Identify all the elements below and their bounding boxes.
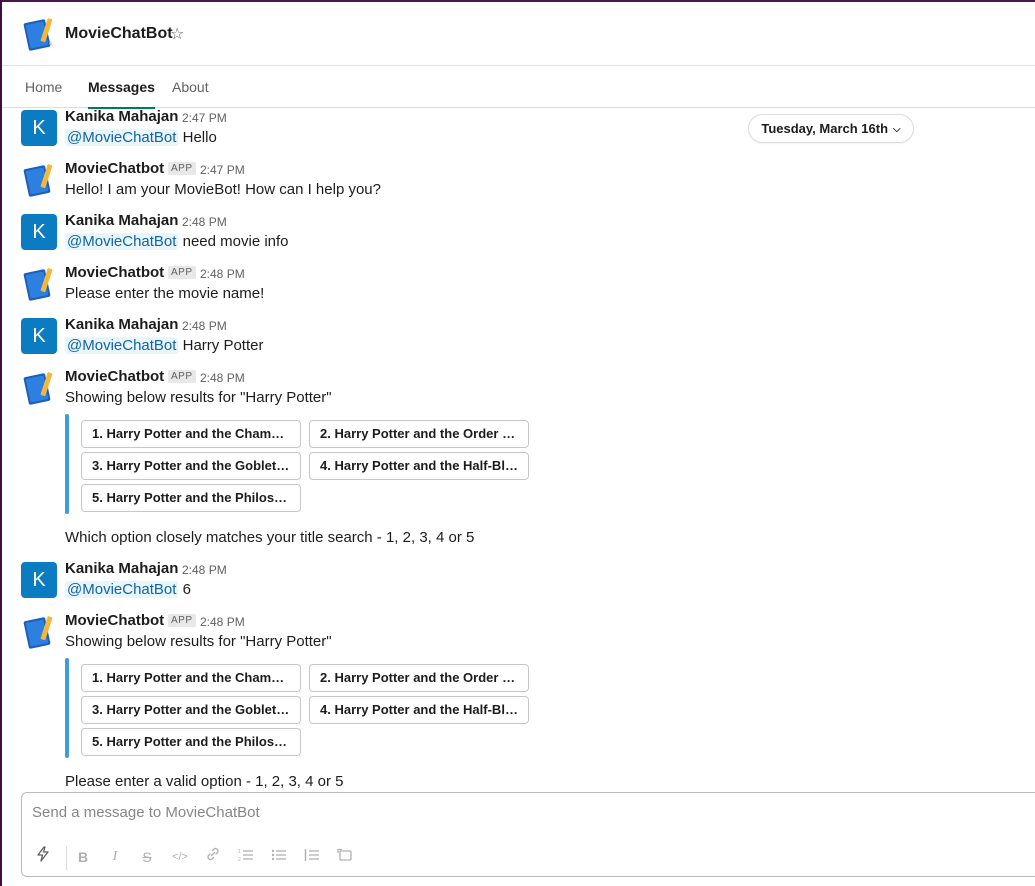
message-composer: B I S </> 12	[21, 792, 1035, 877]
bot-avatar-icon[interactable]	[21, 266, 57, 302]
message-footer: Please enter a valid option - 1, 2, 3, 4…	[65, 773, 344, 790]
avatar[interactable]: K	[21, 318, 57, 354]
message-sender[interactable]: MovieChatbot	[65, 612, 164, 629]
app-badge: APP	[168, 266, 196, 279]
strikethrough-icon[interactable]: S	[136, 846, 158, 868]
ordered-list-icon[interactable]: 12	[235, 846, 257, 868]
message-text: Harry Potter	[182, 337, 264, 354]
message-sender[interactable]: Kanika Mahajan	[65, 212, 178, 229]
chevron-down-icon: ⌵	[893, 124, 901, 135]
message-sender[interactable]: Kanika Mahajan	[65, 108, 178, 125]
date-divider-button[interactable]: Tuesday, March 16th ⌵	[748, 114, 914, 143]
message-time[interactable]: 2:48 PM	[182, 563, 227, 577]
option-button-2[interactable]: 2. Harry Potter and the Order of ...	[309, 420, 529, 448]
code-icon[interactable]: </>	[169, 846, 191, 868]
message-body: @MovieChatBot need movie info	[65, 233, 289, 250]
option-button-3[interactable]: 3. Harry Potter and the Goblet o...	[81, 696, 301, 724]
attachment-bar	[65, 658, 69, 758]
message-body: @MovieChatBot 6	[65, 581, 191, 598]
bot-avatar-icon[interactable]	[21, 370, 57, 406]
option-button-4[interactable]: 4. Harry Potter and the Half-Blo...	[309, 452, 529, 480]
mention[interactable]: @MovieChatBot	[65, 233, 179, 250]
message-text: Please enter the movie name!	[65, 285, 265, 302]
blockquote-icon[interactable]	[301, 846, 323, 868]
message-time[interactable]: 2:48 PM	[200, 615, 245, 629]
shortcuts-bolt-icon[interactable]	[32, 846, 54, 868]
message-sender[interactable]: Kanika Mahajan	[65, 560, 178, 577]
toolbar-divider	[66, 846, 67, 870]
code-block-icon[interactable]	[334, 846, 356, 868]
message-text: Hello	[182, 129, 217, 146]
mention[interactable]: @MovieChatBot	[65, 581, 179, 598]
tab-messages[interactable]: Messages	[88, 66, 155, 109]
message-sender[interactable]: MovieChatbot	[65, 264, 164, 281]
message-time[interactable]: 2:47 PM	[200, 163, 245, 177]
svg-text:2: 2	[238, 857, 241, 862]
tab-home[interactable]: Home	[25, 66, 62, 108]
app-badge: APP	[168, 614, 196, 627]
channel-header: MovieChatBot ☆	[2, 2, 1035, 66]
link-icon[interactable]	[202, 846, 224, 868]
option-button-1[interactable]: 1. Harry Potter and the Chamber...	[81, 664, 301, 692]
message-input[interactable]	[32, 804, 1012, 821]
app-notebook-icon	[23, 18, 53, 51]
message-text: 6	[182, 581, 191, 598]
tab-bar: Home Messages About	[2, 66, 1035, 109]
date-divider-label: Tuesday, March 16th	[761, 121, 889, 136]
option-button-4[interactable]: 4. Harry Potter and the Half-Blo...	[309, 696, 529, 724]
message-sender[interactable]: Kanika Mahajan	[65, 316, 178, 333]
bot-avatar-icon[interactable]	[21, 162, 57, 198]
channel-title: MovieChatBot	[65, 25, 173, 42]
mention[interactable]: @MovieChatBot	[65, 129, 179, 146]
bot-avatar-icon[interactable]	[21, 614, 57, 650]
option-button-5[interactable]: 5. Harry Potter and the Philosop...	[81, 484, 301, 512]
option-button-1[interactable]: 1. Harry Potter and the Chamber...	[81, 420, 301, 448]
avatar[interactable]: K	[21, 110, 57, 146]
bulleted-list-icon[interactable]	[268, 846, 290, 868]
option-button-3[interactable]: 3. Harry Potter and the Goblet o...	[81, 452, 301, 480]
message-text: Showing below results for "Harry Potter"	[65, 389, 332, 406]
option-button-5[interactable]: 5. Harry Potter and the Philosop...	[81, 728, 301, 756]
message-time[interactable]: 2:48 PM	[182, 319, 227, 333]
message-time[interactable]: 2:47 PM	[182, 111, 227, 125]
message-text: Hello! I am your MovieBot! How can I hel…	[65, 181, 381, 198]
message-text: Showing below results for "Harry Potter"	[65, 633, 332, 650]
attachment-bar	[65, 414, 69, 514]
message-sender[interactable]: MovieChatbot	[65, 160, 164, 177]
message-time[interactable]: 2:48 PM	[182, 215, 227, 229]
avatar[interactable]: K	[21, 214, 57, 250]
message-list: Tuesday, March 16th ⌵ K Kanika Mahajan 2:…	[2, 108, 1035, 792]
star-icon[interactable]: ☆	[170, 24, 184, 44]
mention[interactable]: @MovieChatBot	[65, 337, 179, 354]
bold-icon[interactable]: B	[72, 846, 94, 868]
message-footer: Which option closely matches your title …	[65, 529, 475, 546]
avatar[interactable]: K	[21, 562, 57, 598]
svg-text:1: 1	[238, 849, 241, 855]
option-button-2[interactable]: 2. Harry Potter and the Order of ...	[309, 664, 529, 692]
message-time[interactable]: 2:48 PM	[200, 371, 245, 385]
italic-icon[interactable]: I	[104, 846, 126, 868]
app-badge: APP	[168, 162, 196, 175]
message-body: @MovieChatBot Hello	[65, 129, 217, 146]
message-text: need movie info	[182, 233, 289, 250]
tab-about[interactable]: About	[172, 66, 209, 108]
app-badge: APP	[168, 370, 196, 383]
message-body: @MovieChatBot Harry Potter	[65, 337, 263, 354]
message-time[interactable]: 2:48 PM	[200, 267, 245, 281]
message-sender[interactable]: MovieChatbot	[65, 368, 164, 385]
